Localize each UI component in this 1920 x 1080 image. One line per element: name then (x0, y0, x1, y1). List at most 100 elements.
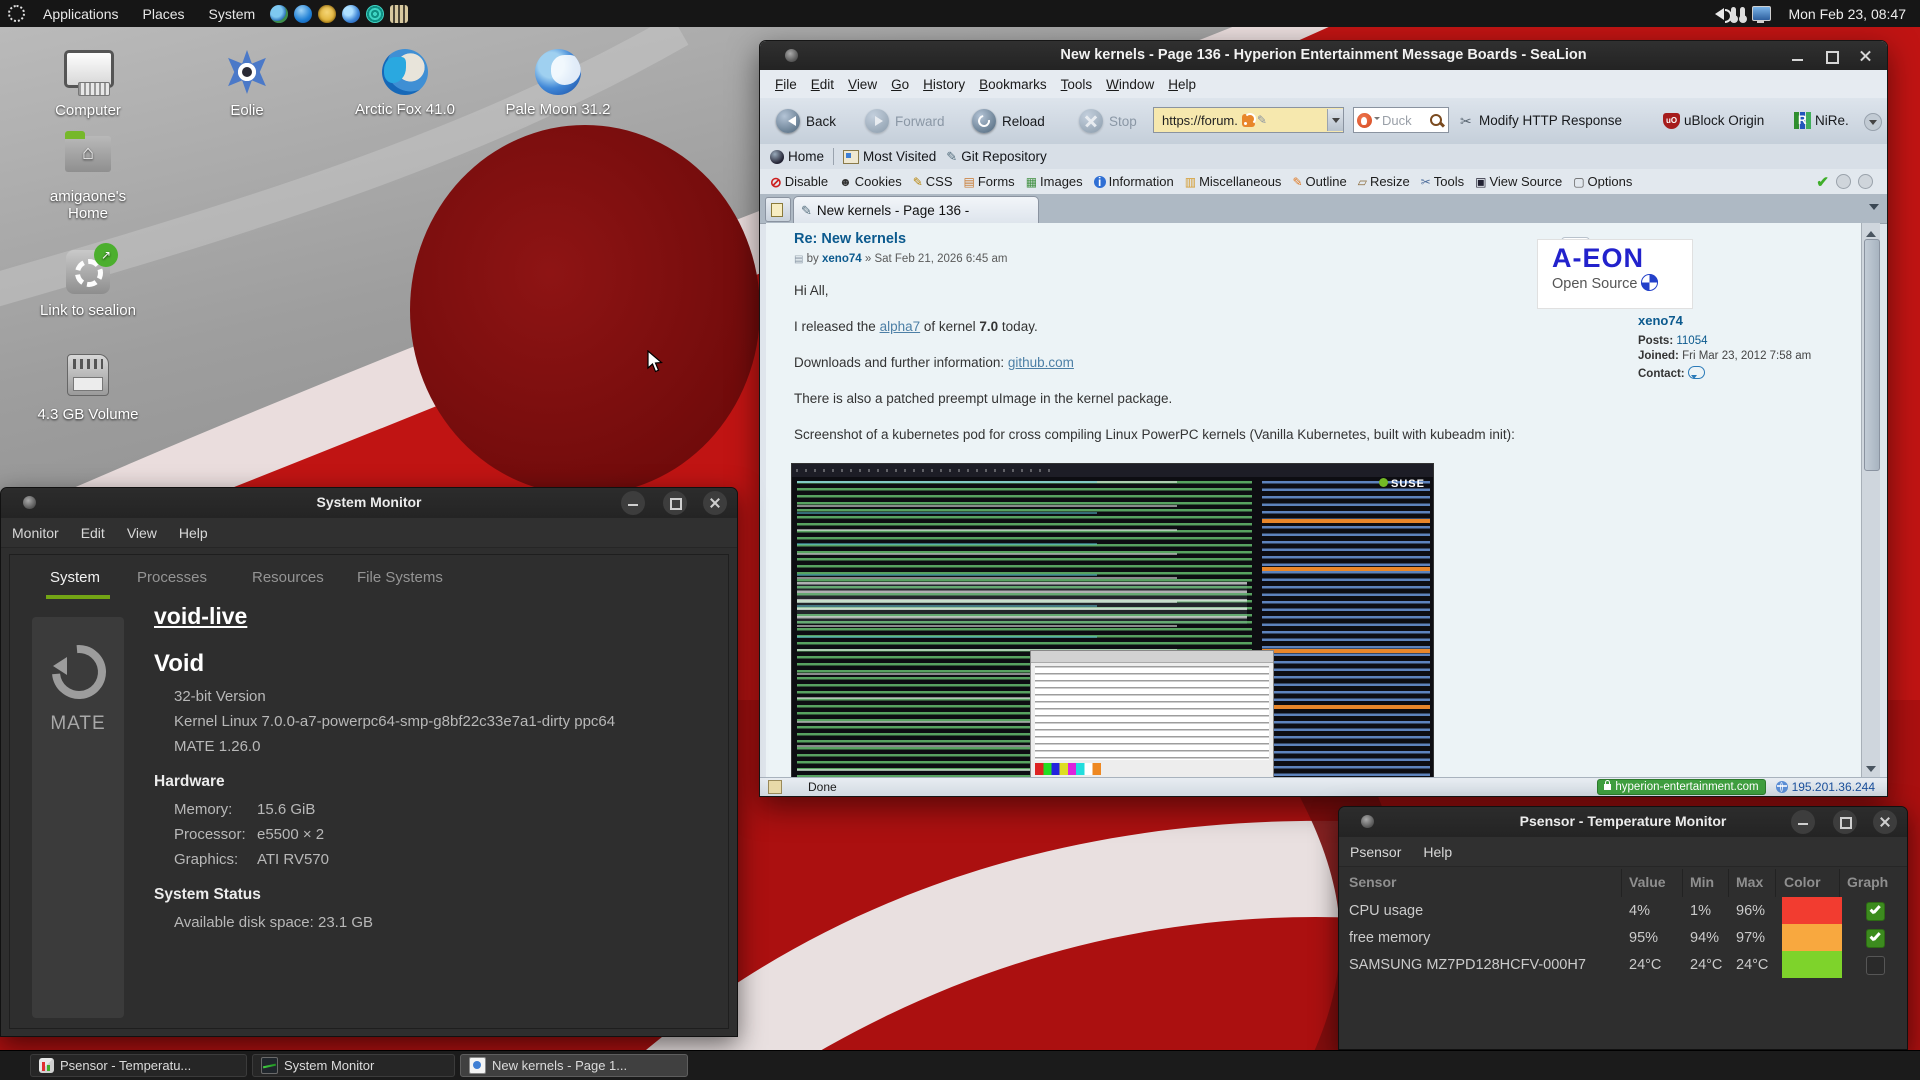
col-graph[interactable]: Graph (1847, 874, 1888, 890)
psensor-titlebar[interactable]: Psensor - Temperature Monitor (1339, 807, 1907, 837)
devbar-outline[interactable]: ✎Outline (1292, 174, 1346, 189)
sysmon-titlebar[interactable]: System Monitor (1, 488, 737, 518)
menu-view[interactable]: View (848, 77, 877, 92)
nire-icon[interactable]: R (1794, 112, 1811, 129)
tab-system[interactable]: System (50, 569, 100, 586)
col-max[interactable]: Max (1736, 874, 1763, 890)
git-repository-icon[interactable]: ✎ (946, 149, 957, 165)
maximize-button[interactable] (1821, 46, 1843, 66)
posts-count-link[interactable]: 11054 (1676, 335, 1707, 347)
minimize-button[interactable] (621, 491, 645, 515)
duckduckgo-icon[interactable] (1357, 113, 1372, 128)
back-label[interactable]: Back (806, 114, 836, 129)
ublock-icon[interactable] (1663, 113, 1680, 129)
user-avatar-aeon-logo[interactable]: A-EON Open Source (1537, 239, 1693, 309)
desktop-icon-volume[interactable]: 4.3 GB Volume (28, 350, 148, 423)
search-placeholder[interactable]: Duck (1382, 113, 1412, 128)
menu-system[interactable]: System (197, 0, 268, 27)
devbar-disable[interactable]: ⊘Disable (770, 174, 828, 189)
devbar-view-source[interactable]: ▣View Source (1475, 174, 1562, 189)
stop-button[interactable] (1079, 109, 1103, 133)
scroll-down-arrow[interactable] (1866, 766, 1876, 777)
menu-history[interactable]: History (923, 77, 965, 92)
menu-edit[interactable]: Edit (81, 525, 105, 541)
devbar-options[interactable]: ▢Options (1573, 174, 1632, 189)
menu-help[interactable]: Help (1168, 77, 1196, 92)
desktop-icon-arcticfox[interactable]: Arctic Fox 41.0 (340, 48, 470, 118)
edit-bookmark-icon[interactable]: ✎ (1257, 113, 1267, 127)
menu-go[interactable]: Go (891, 77, 909, 92)
taskbar-item-browser[interactable]: New kernels - Page 1... (460, 1054, 688, 1077)
devbar-tools[interactable]: ✂Tools (1421, 174, 1464, 189)
menu-places[interactable]: Places (131, 0, 197, 27)
menu-edit[interactable]: Edit (811, 77, 834, 92)
menu-bookmarks[interactable]: Bookmarks (979, 77, 1047, 92)
tab-file-systems[interactable]: File Systems (357, 569, 443, 586)
tab-active[interactable]: ✎ New kernels - Page 136 - (793, 196, 1039, 224)
devbar-forms[interactable]: ▤Forms (964, 174, 1015, 189)
reload-button[interactable] (972, 109, 996, 133)
scroll-up-arrow[interactable] (1866, 226, 1876, 237)
tab-processes[interactable]: Processes (137, 569, 207, 586)
launcher-arcticfox-icon[interactable] (318, 5, 336, 23)
search-engine-caret[interactable] (1374, 117, 1380, 123)
desktop-icon-palemoon[interactable]: Pale Moon 31.2 (495, 48, 621, 118)
menu-applications[interactable]: Applications (31, 0, 131, 27)
search-icon[interactable] (1430, 114, 1442, 126)
url-bar[interactable]: https://forum. ✎ (1153, 107, 1344, 133)
desktop-icon-computer[interactable]: Computer (28, 48, 148, 119)
back-button[interactable] (776, 109, 800, 133)
devbar-cookies[interactable]: ☻Cookies (839, 174, 902, 189)
thermometer-tray-icon-1[interactable] (1731, 7, 1736, 20)
color-swatch[interactable] (1782, 924, 1842, 951)
sensor-name[interactable]: CPU usage (1349, 903, 1423, 919)
launcher-web-globe-icon[interactable] (366, 5, 384, 23)
devbar-information[interactable]: iInformation (1094, 174, 1174, 189)
sensor-name[interactable]: free memory (1349, 930, 1430, 946)
minimize-button[interactable] (1787, 46, 1809, 66)
nire-button[interactable]: NiRe. (1815, 113, 1849, 128)
launcher-terminal-icon[interactable] (390, 5, 408, 23)
graph-checkbox-checked[interactable] (1866, 929, 1885, 948)
alpha7-link[interactable]: alpha7 (880, 319, 921, 334)
desktop-icon-sealion-link[interactable]: ↗ Link to sealion (28, 248, 148, 319)
home-bookmark-icon[interactable] (770, 150, 784, 164)
color-swatch[interactable] (1782, 897, 1842, 924)
clock[interactable]: Mon Feb 23, 08:47 (1788, 6, 1906, 22)
url-text[interactable]: https://forum. (1162, 113, 1238, 128)
reload-label[interactable]: Reload (1002, 114, 1045, 129)
taskbar-item-system-monitor[interactable]: System Monitor (252, 1054, 455, 1077)
menu-window[interactable]: Window (1106, 77, 1154, 92)
volume-tray-icon[interactable] (1709, 8, 1724, 20)
display-tray-icon[interactable] (1752, 6, 1771, 21)
maximize-button[interactable] (1833, 810, 1857, 834)
url-dropdown-button[interactable] (1327, 109, 1343, 131)
bookmark-git-repository[interactable]: Git Repository (961, 149, 1047, 164)
search-bar[interactable]: Duck (1353, 107, 1449, 133)
scrollbar-thumb[interactable] (1864, 239, 1880, 471)
graph-checkbox-unchecked[interactable] (1866, 956, 1885, 975)
toolbar-overflow-button[interactable] (1864, 113, 1882, 131)
menu-monitor[interactable]: Monitor (12, 525, 59, 541)
menu-help[interactable]: Help (1423, 844, 1452, 860)
color-swatch[interactable] (1782, 951, 1842, 978)
minimize-button[interactable] (1791, 810, 1815, 834)
tab-dropdown-icon[interactable] (1869, 204, 1879, 215)
menu-tools[interactable]: Tools (1061, 77, 1093, 92)
github-link[interactable]: github.com (1008, 355, 1074, 370)
launcher-palemoon-icon[interactable] (342, 5, 360, 23)
devbar-miscellaneous[interactable]: ▥Miscellaneous (1185, 174, 1282, 189)
tab-list-button[interactable] (765, 197, 791, 222)
thermometer-tray-icon-2[interactable] (1740, 7, 1745, 20)
most-visited-icon[interactable] (843, 150, 859, 164)
tab-resources[interactable]: Resources (252, 569, 324, 586)
mate-menu-icon[interactable] (8, 5, 25, 22)
menu-view[interactable]: View (127, 525, 157, 541)
post-screenshot-image[interactable]: SUSE (791, 463, 1434, 780)
contact-message-icon[interactable] (1688, 366, 1705, 379)
launcher-globe-icon[interactable] (270, 5, 288, 23)
col-sensor[interactable]: Sensor (1349, 874, 1396, 890)
vertical-scrollbar[interactable] (1861, 223, 1880, 780)
modify-http-button[interactable]: Modify HTTP Response (1479, 113, 1622, 128)
sensor-name[interactable]: SAMSUNG MZ7PD128HCFV-000H7 (1349, 957, 1586, 973)
